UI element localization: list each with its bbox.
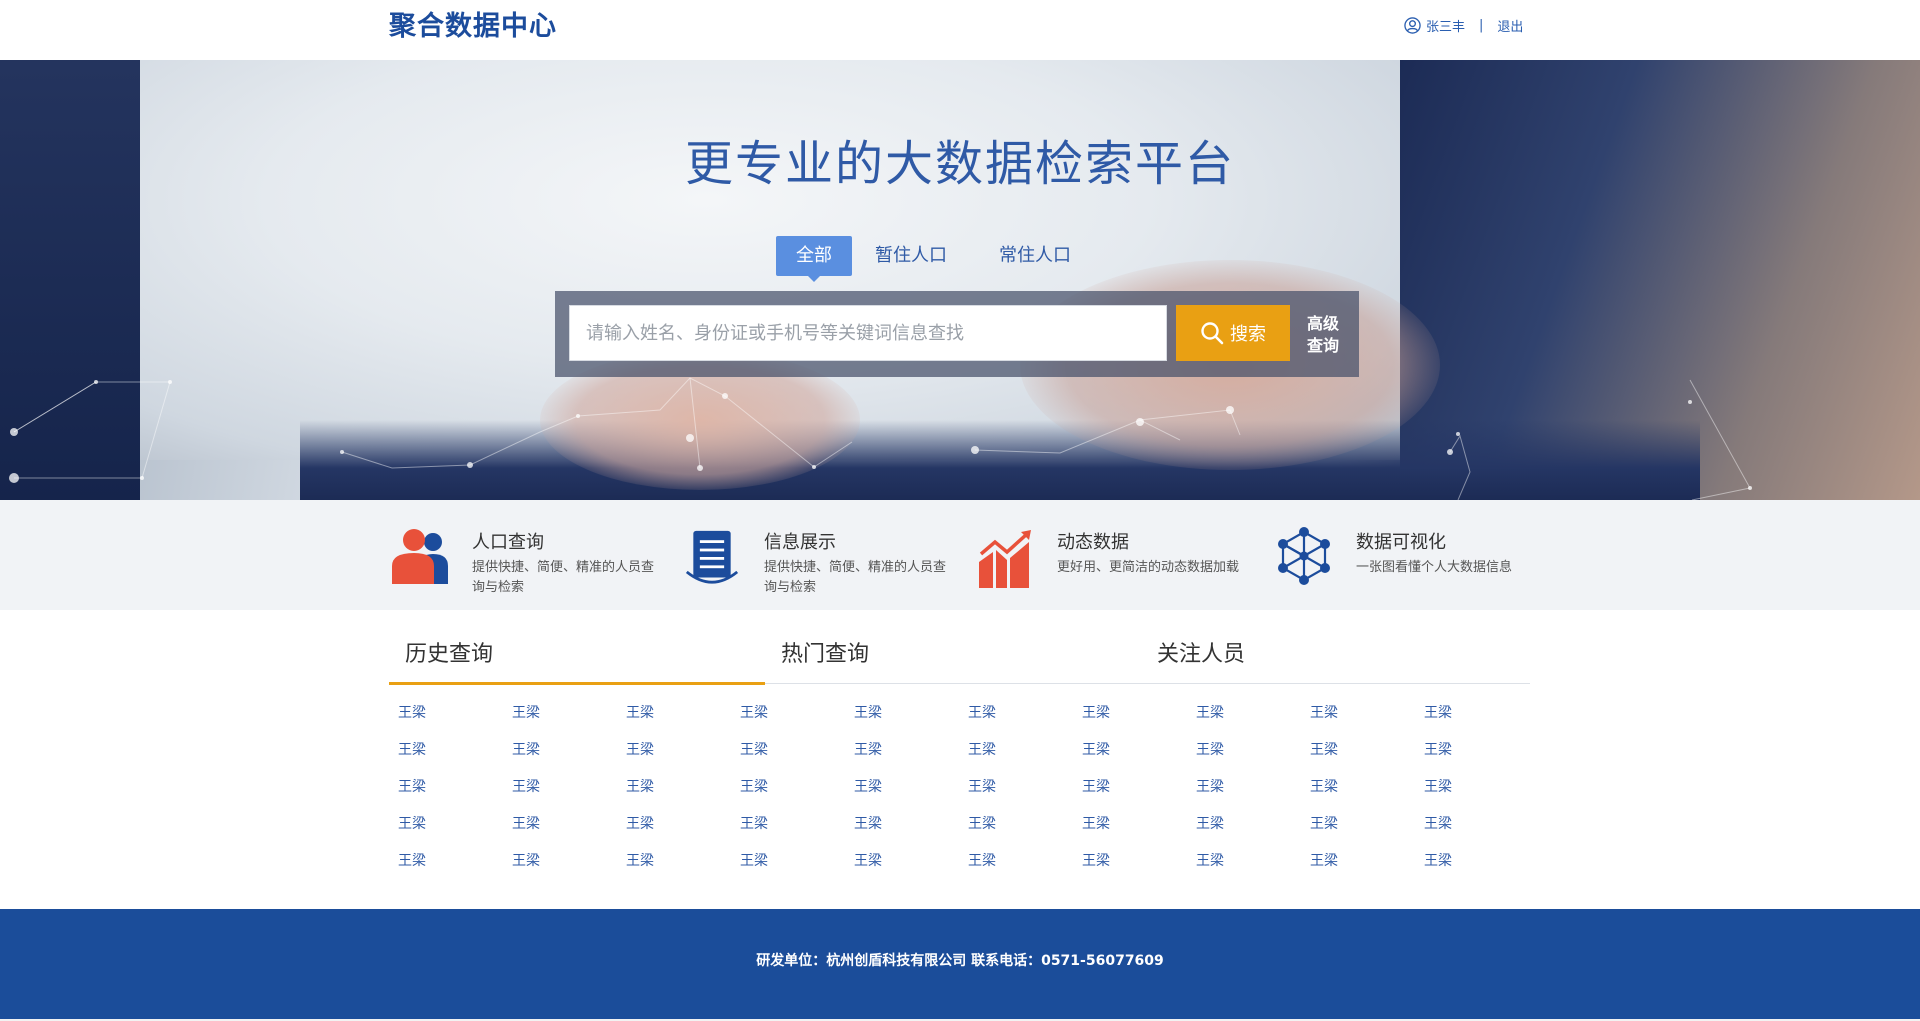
document-icon — [685, 530, 739, 584]
search-input[interactable] — [569, 305, 1167, 361]
name-link[interactable]: 王梁 — [398, 702, 512, 739]
search-button-label: 搜索 — [1230, 324, 1266, 345]
name-link[interactable]: 王梁 — [626, 850, 740, 887]
name-link[interactable]: 王梁 — [1082, 850, 1196, 887]
name-link[interactable]: 王梁 — [740, 776, 854, 813]
user-name[interactable]: 张三丰 — [1426, 16, 1465, 35]
name-link[interactable]: 王梁 — [1196, 813, 1310, 850]
name-link[interactable]: 王梁 — [512, 702, 626, 739]
name-link[interactable]: 王梁 — [1196, 739, 1310, 776]
name-link[interactable]: 王梁 — [854, 739, 968, 776]
tab-all[interactable]: 全部 — [776, 236, 852, 282]
name-link[interactable]: 王梁 — [626, 702, 740, 739]
feature-title: 人口查询 — [472, 532, 544, 553]
footer-text: 研发单位：杭州创盾科技有限公司 联系电话：0571-56077609 — [756, 953, 1164, 969]
name-link[interactable]: 王梁 — [1310, 739, 1424, 776]
name-link[interactable]: 王梁 — [512, 739, 626, 776]
tab-temporary-residents[interactable]: 暂住人口 — [856, 236, 966, 276]
name-link[interactable]: 王梁 — [626, 776, 740, 813]
name-link[interactable]: 王梁 — [1424, 813, 1538, 850]
active-tab-indicator — [389, 682, 765, 685]
name-link[interactable]: 王梁 — [968, 702, 1082, 739]
name-link[interactable]: 王梁 — [740, 850, 854, 887]
advanced-search-label-line2: 查询 — [1306, 336, 1339, 355]
name-link[interactable]: 王梁 — [968, 776, 1082, 813]
search-box: 搜索 高级 查询 — [555, 291, 1359, 377]
feature-title: 动态数据 — [1057, 532, 1129, 553]
name-link[interactable]: 王梁 — [968, 850, 1082, 887]
people-icon — [392, 529, 448, 584]
name-link[interactable]: 王梁 — [1424, 850, 1538, 887]
tab-history-query[interactable]: 历史查询 — [405, 640, 493, 670]
search-button[interactable]: 搜索 — [1176, 305, 1290, 361]
advanced-search-link[interactable]: 高级 查询 — [1303, 313, 1343, 357]
feature-info-display[interactable]: 信息展示 提供快捷、简便、精准的人员查询与检索 — [684, 524, 974, 600]
name-link[interactable]: 王梁 — [626, 813, 740, 850]
name-link[interactable]: 王梁 — [398, 850, 512, 887]
name-link[interactable]: 王梁 — [1424, 739, 1538, 776]
hero-network-decoration — [9, 377, 1752, 500]
feature-desc: 一张图看懂个人大数据信息 — [1356, 560, 1513, 575]
name-link[interactable]: 王梁 — [740, 813, 854, 850]
logout-link[interactable]: 退出 — [1497, 16, 1523, 35]
name-link[interactable]: 王梁 — [626, 739, 740, 776]
name-list: 王梁 王梁 王梁 王梁 王梁 王梁 王梁 王梁 王梁 王梁 王梁 王梁 王梁 王梁 王梁 王梁 王梁 王梁 王梁 王梁… — [398, 702, 1539, 887]
name-link[interactable]: 王梁 — [1082, 813, 1196, 850]
feature-title: 数据可视化 — [1356, 532, 1446, 553]
name-link[interactable]: 王梁 — [854, 813, 968, 850]
name-link[interactable]: 王梁 — [968, 813, 1082, 850]
name-link[interactable]: 王梁 — [854, 702, 968, 739]
name-link[interactable]: 王梁 — [1310, 850, 1424, 887]
user-separator: | — [1479, 17, 1484, 33]
feature-desc: 更好用、更简洁的动态数据加载 — [1057, 560, 1240, 575]
top-header: 聚合数据中心 张三丰 | 退出 — [0, 0, 1920, 60]
feature-desc: 提供快捷、简便、精准的人员查询与检索 — [472, 560, 655, 595]
name-link[interactable]: 王梁 — [854, 776, 968, 813]
network-icon — [1278, 527, 1330, 585]
feature-dynamic-data[interactable]: 动态数据 更好用、更简洁的动态数据加载 — [977, 524, 1267, 600]
name-link[interactable]: 王梁 — [512, 813, 626, 850]
name-link[interactable]: 王梁 — [1082, 739, 1196, 776]
feature-population-query[interactable]: 人口查询 提供快捷、简便、精准的人员查询与检索 — [392, 524, 682, 600]
chart-icon — [979, 530, 1031, 588]
tab-permanent-residents[interactable]: 常住人口 — [980, 236, 1090, 276]
feature-data-visualization[interactable]: 数据可视化 一张图看懂个人大数据信息 — [1276, 524, 1566, 600]
feature-title: 信息展示 — [764, 532, 836, 553]
name-link[interactable]: 王梁 — [1196, 850, 1310, 887]
name-link[interactable]: 王梁 — [1310, 702, 1424, 739]
name-link[interactable]: 王梁 — [398, 776, 512, 813]
hero-title: 更专业的大数据检索平台 — [684, 136, 1235, 192]
name-link[interactable]: 王梁 — [740, 739, 854, 776]
site-logo[interactable]: 聚合数据中心 — [389, 10, 557, 44]
name-link[interactable]: 王梁 — [1424, 776, 1538, 813]
name-link[interactable]: 王梁 — [968, 739, 1082, 776]
name-link[interactable]: 王梁 — [740, 702, 854, 739]
name-link[interactable]: 王梁 — [512, 776, 626, 813]
tab-followed-people[interactable]: 关注人员 — [1157, 640, 1245, 670]
user-area: 张三丰 | 退出 — [1404, 14, 1523, 36]
hero-banner: 更专业的大数据检索平台 全部 暂住人口 常住人口 搜索 高级 查询 — [0, 60, 1920, 500]
name-link[interactable]: 王梁 — [398, 739, 512, 776]
name-link[interactable]: 王梁 — [1196, 702, 1310, 739]
search-category-tabs: 全部 暂住人口 常住人口 — [776, 236, 1090, 282]
query-tabs: 历史查询 热门查询 关注人员 — [389, 630, 1530, 685]
footer: 研发单位：杭州创盾科技有限公司 联系电话：0571-56077609 — [0, 909, 1920, 1021]
user-icon — [1404, 16, 1421, 34]
name-link[interactable]: 王梁 — [1310, 776, 1424, 813]
name-link[interactable]: 王梁 — [1310, 813, 1424, 850]
tab-hot-query[interactable]: 热门查询 — [781, 640, 869, 670]
search-icon — [1201, 322, 1224, 345]
feature-strip: 人口查询 提供快捷、简便、精准的人员查询与检索 信息展示 提供快捷、简便、精准的… — [0, 500, 1920, 610]
feature-desc: 提供快捷、简便、精准的人员查询与检索 — [764, 560, 947, 595]
advanced-search-label-line1: 高级 — [1306, 314, 1339, 333]
name-link[interactable]: 王梁 — [1196, 776, 1310, 813]
name-link[interactable]: 王梁 — [1424, 702, 1538, 739]
name-link[interactable]: 王梁 — [512, 850, 626, 887]
name-link[interactable]: 王梁 — [398, 813, 512, 850]
name-link[interactable]: 王梁 — [1082, 776, 1196, 813]
name-link[interactable]: 王梁 — [854, 850, 968, 887]
name-link[interactable]: 王梁 — [1082, 702, 1196, 739]
